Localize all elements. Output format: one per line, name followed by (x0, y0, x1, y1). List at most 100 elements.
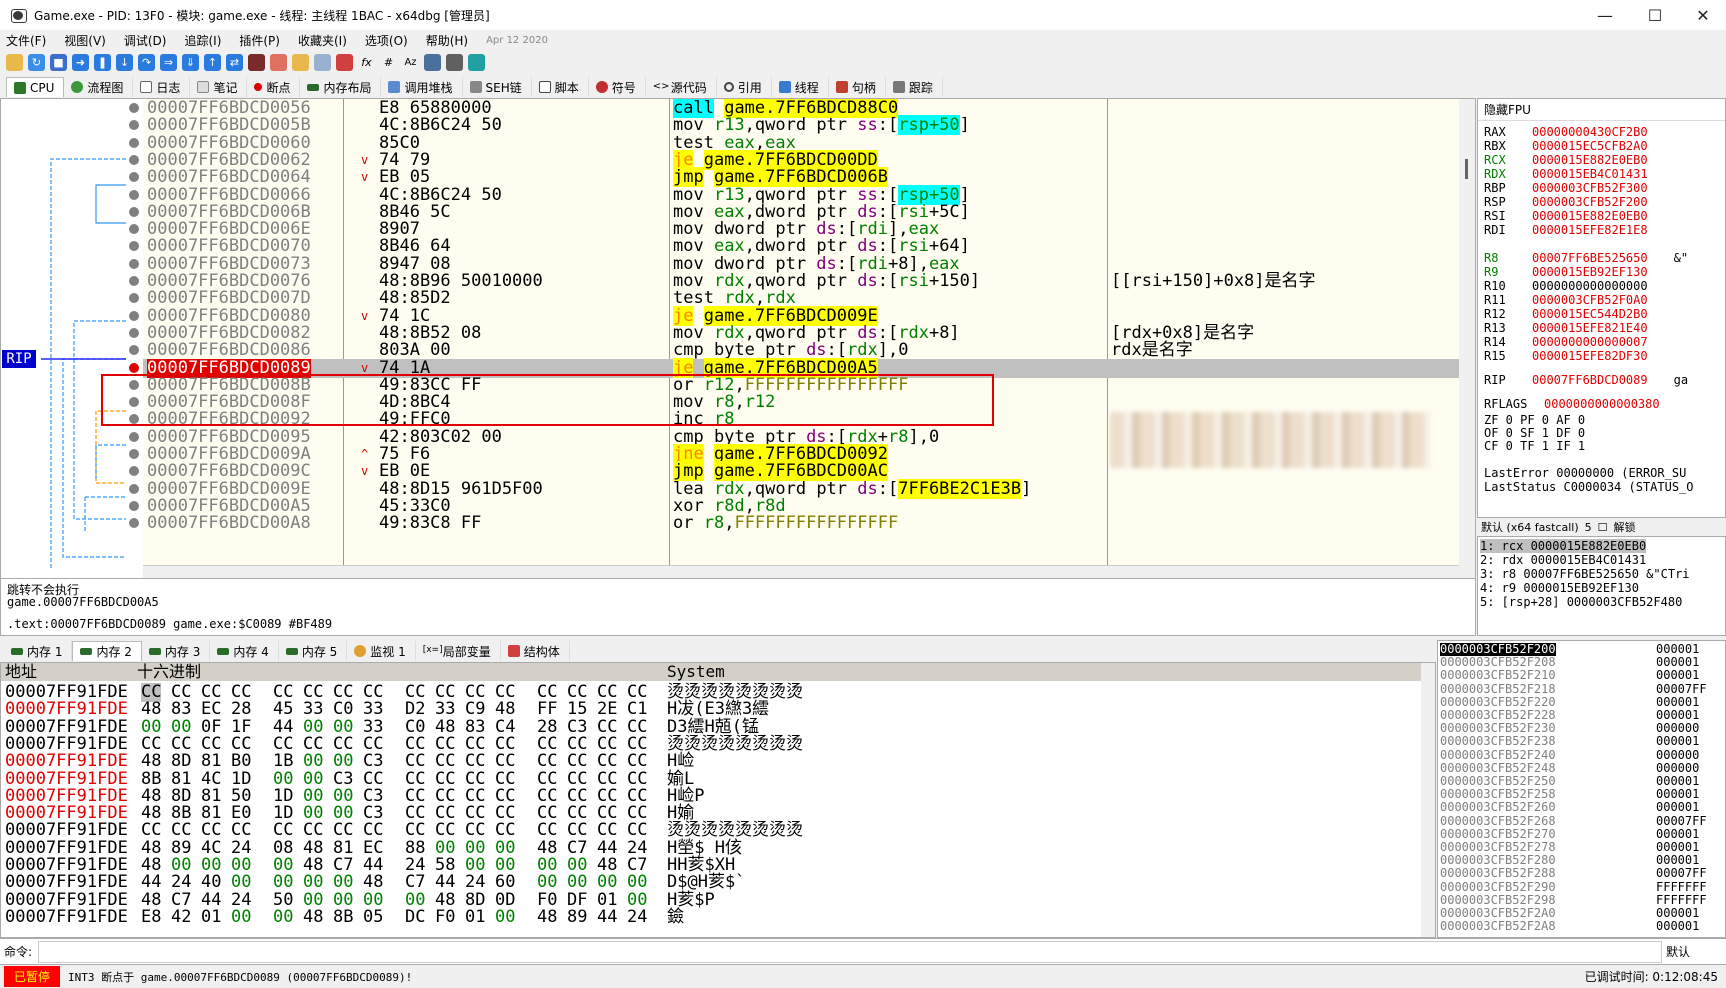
disasm-row[interactable]: 00007FF6BDCD005B 4C:8B6C24 50 mov r13,qwor… (143, 115, 1459, 136)
dump-byte[interactable]: E8 (141, 907, 161, 927)
register-row[interactable]: RFLAGS 0000000000000380 (1484, 397, 1660, 411)
tab-breakpoints[interactable]: 断点 (247, 77, 301, 97)
tab-memory-map[interactable]: 内存布局 (300, 77, 382, 97)
stop-icon[interactable]: ■ (50, 53, 67, 71)
breakpoint-slot-icon[interactable] (129, 449, 139, 459)
stack-row[interactable]: 0000003CFB52F240 000000 (1438, 748, 1725, 762)
menu-favourites[interactable]: 收藏夹(I) (298, 32, 347, 49)
breakpoint-slot-icon[interactable] (129, 258, 139, 269)
breakpoint-slot-icon[interactable] (129, 189, 139, 200)
breakpoint-slot-icon[interactable] (129, 310, 139, 321)
menu-help[interactable]: 帮助(H) (426, 32, 468, 49)
register-row[interactable]: RSP 0000003CFB52F200 (1484, 195, 1648, 209)
breakpoint-slot-icon[interactable] (129, 103, 139, 113)
breakpoint-slot-icon[interactable] (129, 137, 139, 148)
dump-byte[interactable]: 44 (597, 907, 617, 927)
disasm-row[interactable]: 00007FF6BDCD009E 48:8D15 961D5F00 lea rdx,… (143, 478, 1459, 499)
open-icon[interactable] (6, 53, 23, 71)
stack-row[interactable]: 0000003CFB52F270 000001 (1438, 827, 1725, 841)
tab-seh[interactable]: SEH链 (463, 77, 532, 97)
arg-count-spinner[interactable]: 5 (1585, 521, 1592, 534)
stack-row[interactable]: 0000003CFB52F248 000000 (1438, 761, 1725, 775)
tab-dump-1[interactable]: 内存 1 (4, 641, 73, 661)
breakpoint-slot-icon[interactable] (129, 500, 139, 511)
register-row[interactable]: R12 0000015EC544D2B0 (1484, 307, 1648, 321)
tab-graph[interactable]: 流程图 (64, 77, 134, 97)
dump-row[interactable]: 00007FF91FDE E8 42 01 00 00 48 8B 05 DC F0 01 00 48 89… (1, 907, 1421, 927)
stack-row[interactable]: 0000003CFB52F228 000001 (1438, 709, 1725, 722)
stack-row[interactable]: 0000003CFB52F268 00007FF (1438, 814, 1725, 828)
hash-icon[interactable]: # (380, 54, 397, 71)
stack-row[interactable]: 0000003CFB52F238 000001 (1438, 735, 1725, 748)
argument-row[interactable]: 3: r8 00007FF6BE525650 &"CTri (1480, 567, 1690, 581)
stack-row[interactable]: 0000003CFB52F200 000001 (1438, 643, 1725, 656)
stack-row[interactable]: 0000003CFB52F278 000001 (1438, 841, 1725, 854)
breakpoint-slot-icon[interactable] (129, 431, 139, 442)
dump-scrollbar[interactable] (1421, 663, 1435, 937)
dump-byte[interactable]: 01 (465, 907, 485, 927)
register-row[interactable]: R9 0000015EB92EF130 (1484, 265, 1648, 279)
tab-handles[interactable]: 句柄 (829, 77, 886, 97)
tab-dump-5[interactable]: 内存 5 (279, 641, 348, 661)
stack-row[interactable]: 0000003CFB52F2A8 000001 (1438, 920, 1725, 933)
execute-till-return-icon[interactable]: ↑ (204, 53, 221, 71)
minimize-button[interactable]: — (1582, 0, 1628, 30)
argument-row[interactable]: 2: rdx 0000015EB4C01431 (1480, 553, 1646, 567)
bookmarks-icon[interactable] (314, 53, 331, 71)
maximize-button[interactable]: ☐ (1632, 0, 1678, 30)
menu-view[interactable]: 视图(V) (64, 32, 106, 49)
flags-row[interactable]: CF 0 TF 1 IF 1 (1484, 439, 1585, 453)
fx-icon[interactable]: fx (358, 54, 375, 71)
register-row[interactable]: RCX 0000015E882E0EB0 (1484, 153, 1648, 167)
register-row[interactable]: R15 0000015EFE82DF30 (1484, 349, 1648, 363)
register-row[interactable]: RSI 0000015E882E0EB0 (1484, 209, 1648, 223)
tab-source[interactable]: <> 源代码 (646, 77, 717, 97)
register-row[interactable]: R8 00007FF6BE525650 &" (1484, 251, 1688, 265)
stack-row[interactable]: 0000003CFB52F290 FFFFFFF (1438, 880, 1725, 894)
breakpoint-slot-icon[interactable] (129, 276, 139, 286)
tab-log[interactable]: 日志 (133, 77, 191, 97)
dump-byte[interactable]: 05 (363, 907, 383, 927)
stack-row[interactable]: 0000003CFB52F258 000001 (1438, 788, 1725, 801)
stack-row[interactable]: 0000003CFB52F298 FFFFFFF (1438, 893, 1725, 907)
disasm-row[interactable]: 00007FF6BDCD00A8 49:83C8 FF or r8,FFFFFFFF… (143, 514, 1459, 533)
tab-trace[interactable]: 跟踪 (886, 77, 943, 97)
hide-fpu-toggle[interactable]: 隐藏FPU (1478, 99, 1725, 121)
stack-row[interactable]: 0000003CFB52F250 000001 (1438, 775, 1725, 788)
register-row[interactable]: RBX 0000015EC5CFB2A0 (1484, 139, 1648, 153)
scroll-thumb[interactable] (1465, 159, 1468, 179)
argument-row[interactable]: 4: r9 0000015EB92EF130 (1480, 581, 1639, 595)
flags-row[interactable]: OF 0 SF 1 DF 0 (1484, 426, 1585, 440)
stack-row[interactable]: 0000003CFB52F2A0 000001 (1438, 907, 1725, 920)
command-input[interactable] (38, 940, 1662, 963)
strings-icon[interactable]: Az (402, 54, 419, 71)
run-icon[interactable]: ➜ (72, 53, 89, 71)
register-row[interactable]: RDX 0000015EB4C01431 (1484, 167, 1648, 181)
trace-over-icon[interactable]: ⇓ (182, 53, 199, 71)
tab-dump-4[interactable]: 内存 4 (210, 641, 279, 661)
stack-row[interactable]: 0000003CFB52F210 000001 (1438, 669, 1725, 682)
dump-byte[interactable]: F0 (435, 907, 455, 927)
calls-icon[interactable] (424, 53, 441, 71)
stack-row[interactable]: 0000003CFB52F218 00007FF (1438, 682, 1725, 696)
menu-trace[interactable]: 追踪(I) (184, 32, 221, 49)
stack-panel[interactable]: 0000003CFB52F200 000001 0000003CFB52F208 00… (1437, 640, 1726, 938)
calling-convention-select[interactable]: 默认 (x64 fastcall) (1481, 519, 1579, 535)
stack-row[interactable]: 0000003CFB52F230 000000 (1438, 722, 1725, 735)
dump-byte[interactable]: 48 (303, 907, 323, 927)
dump-byte[interactable]: 89 (567, 907, 587, 927)
functions-icon[interactable] (336, 53, 353, 71)
register-row[interactable]: RAX 00000000430CF2B0 (1484, 125, 1648, 139)
menu-debug[interactable]: 调试(D) (124, 32, 167, 49)
menu-file[interactable]: 文件(F) (6, 32, 46, 49)
patches-icon[interactable] (248, 53, 265, 71)
disassembly-view[interactable]: 00007FF6BDCD0056 E8 65880000 call game.7FF… (143, 99, 1459, 565)
argument-row[interactable]: 1: rcx 0000015E882E0EB0 (1480, 539, 1647, 553)
dump-byte[interactable]: 00 (495, 907, 515, 927)
register-row[interactable]: RBP 0000003CFB52F300 (1484, 181, 1648, 195)
register-row[interactable]: R10 0000000000000000 (1484, 279, 1648, 293)
argument-row[interactable]: 5: [rsp+28] 0000003CFB52F480 (1480, 595, 1682, 609)
tab-cpu[interactable]: CPU (6, 77, 65, 97)
vertical-scrollbar[interactable] (1459, 99, 1475, 579)
trace-into-icon[interactable]: ⇒ (160, 53, 177, 71)
